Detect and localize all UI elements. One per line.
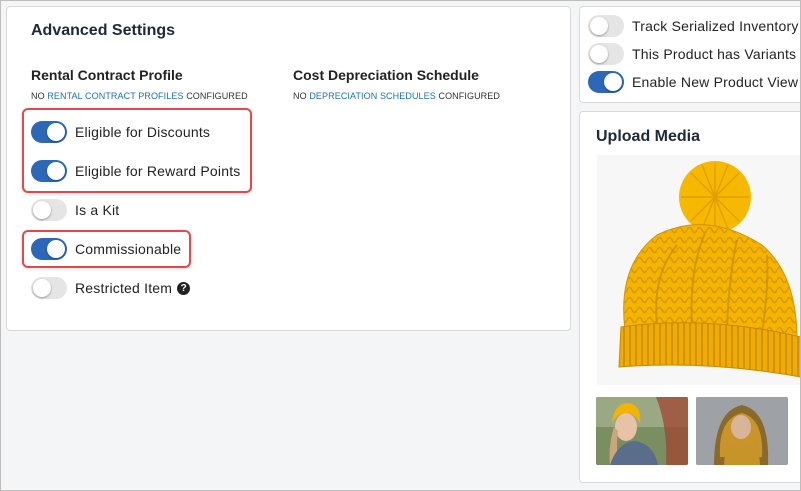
thumbnail-man-hood[interactable] — [696, 397, 788, 465]
restricted-item-toggle[interactable] — [31, 277, 67, 299]
toggle-row-restricted-item[interactable]: Restricted Item ? — [31, 274, 191, 302]
eligible-discounts-toggle[interactable] — [31, 121, 67, 143]
toggle-knob — [47, 240, 65, 258]
upload-media-title: Upload Media — [596, 128, 701, 145]
advanced-settings-title: Advanced Settings — [31, 22, 176, 39]
toggle-knob — [590, 45, 608, 63]
thumbnail-woman-beanie[interactable] — [596, 397, 688, 465]
beanie-illustration — [618, 161, 801, 378]
thumbnail-man-illustration — [696, 397, 788, 465]
is-a-kit-toggle[interactable] — [31, 199, 67, 221]
note-prefix: NO — [293, 91, 307, 101]
new-product-view-toggle[interactable] — [588, 71, 624, 93]
depreciation-schedules-link[interactable]: DEPRECIATION SCHEDULES — [309, 91, 436, 101]
has-variants-label: This Product has Variants — [632, 46, 797, 62]
toggle-row-commissionable[interactable]: Commissionable — [31, 235, 181, 263]
thumbnail-woman-illustration — [596, 397, 688, 465]
track-serialized-toggle[interactable] — [588, 15, 624, 37]
has-variants-toggle[interactable] — [588, 43, 624, 65]
toggle-row-is-a-kit[interactable]: Is a Kit — [31, 196, 119, 224]
rental-contract-profile-heading: Rental Contract Profile — [31, 67, 183, 83]
cost-depreciation-heading: Cost Depreciation Schedule — [293, 67, 479, 83]
toggle-row-new-product-view[interactable]: Enable New Product View — [588, 68, 798, 96]
toggle-knob — [33, 279, 51, 297]
note-prefix: NO — [31, 91, 45, 101]
toggle-knob — [590, 17, 608, 35]
eligible-reward-points-toggle[interactable] — [31, 160, 67, 182]
depreciation-note: NO DEPRECIATION SCHEDULES CONFIGURED — [293, 91, 500, 101]
toggle-row-eligible-reward-points[interactable]: Eligible for Reward Points — [31, 157, 241, 185]
eligible-discounts-label: Eligible for Discounts — [75, 124, 211, 140]
rental-contract-profiles-link[interactable]: RENTAL CONTRACT PROFILES — [47, 91, 183, 101]
track-serialized-label: Track Serialized Inventory — [632, 18, 799, 34]
toggle-row-track-serialized[interactable]: Track Serialized Inventory — [588, 12, 799, 40]
eligible-reward-points-label: Eligible for Reward Points — [75, 163, 241, 179]
restricted-item-label: Restricted Item — [75, 280, 173, 296]
note-suffix: CONFIGURED — [438, 91, 500, 101]
commissionable-toggle[interactable] — [31, 238, 67, 260]
toggle-row-has-variants[interactable]: This Product has Variants — [588, 40, 796, 68]
rental-contract-note: NO RENTAL CONTRACT PROFILES CONFIGURED — [31, 91, 248, 101]
is-a-kit-label: Is a Kit — [75, 202, 120, 218]
toggle-row-eligible-discounts[interactable]: Eligible for Discounts — [31, 118, 210, 146]
new-product-view-label: Enable New Product View — [632, 74, 799, 90]
toggle-knob — [47, 123, 65, 141]
help-icon[interactable]: ? — [177, 281, 191, 295]
toggle-knob — [604, 73, 622, 91]
note-suffix: CONFIGURED — [186, 91, 248, 101]
toggle-knob — [33, 201, 51, 219]
toggle-knob — [47, 162, 65, 180]
commissionable-label: Commissionable — [75, 241, 182, 257]
product-main-image[interactable] — [597, 155, 801, 385]
